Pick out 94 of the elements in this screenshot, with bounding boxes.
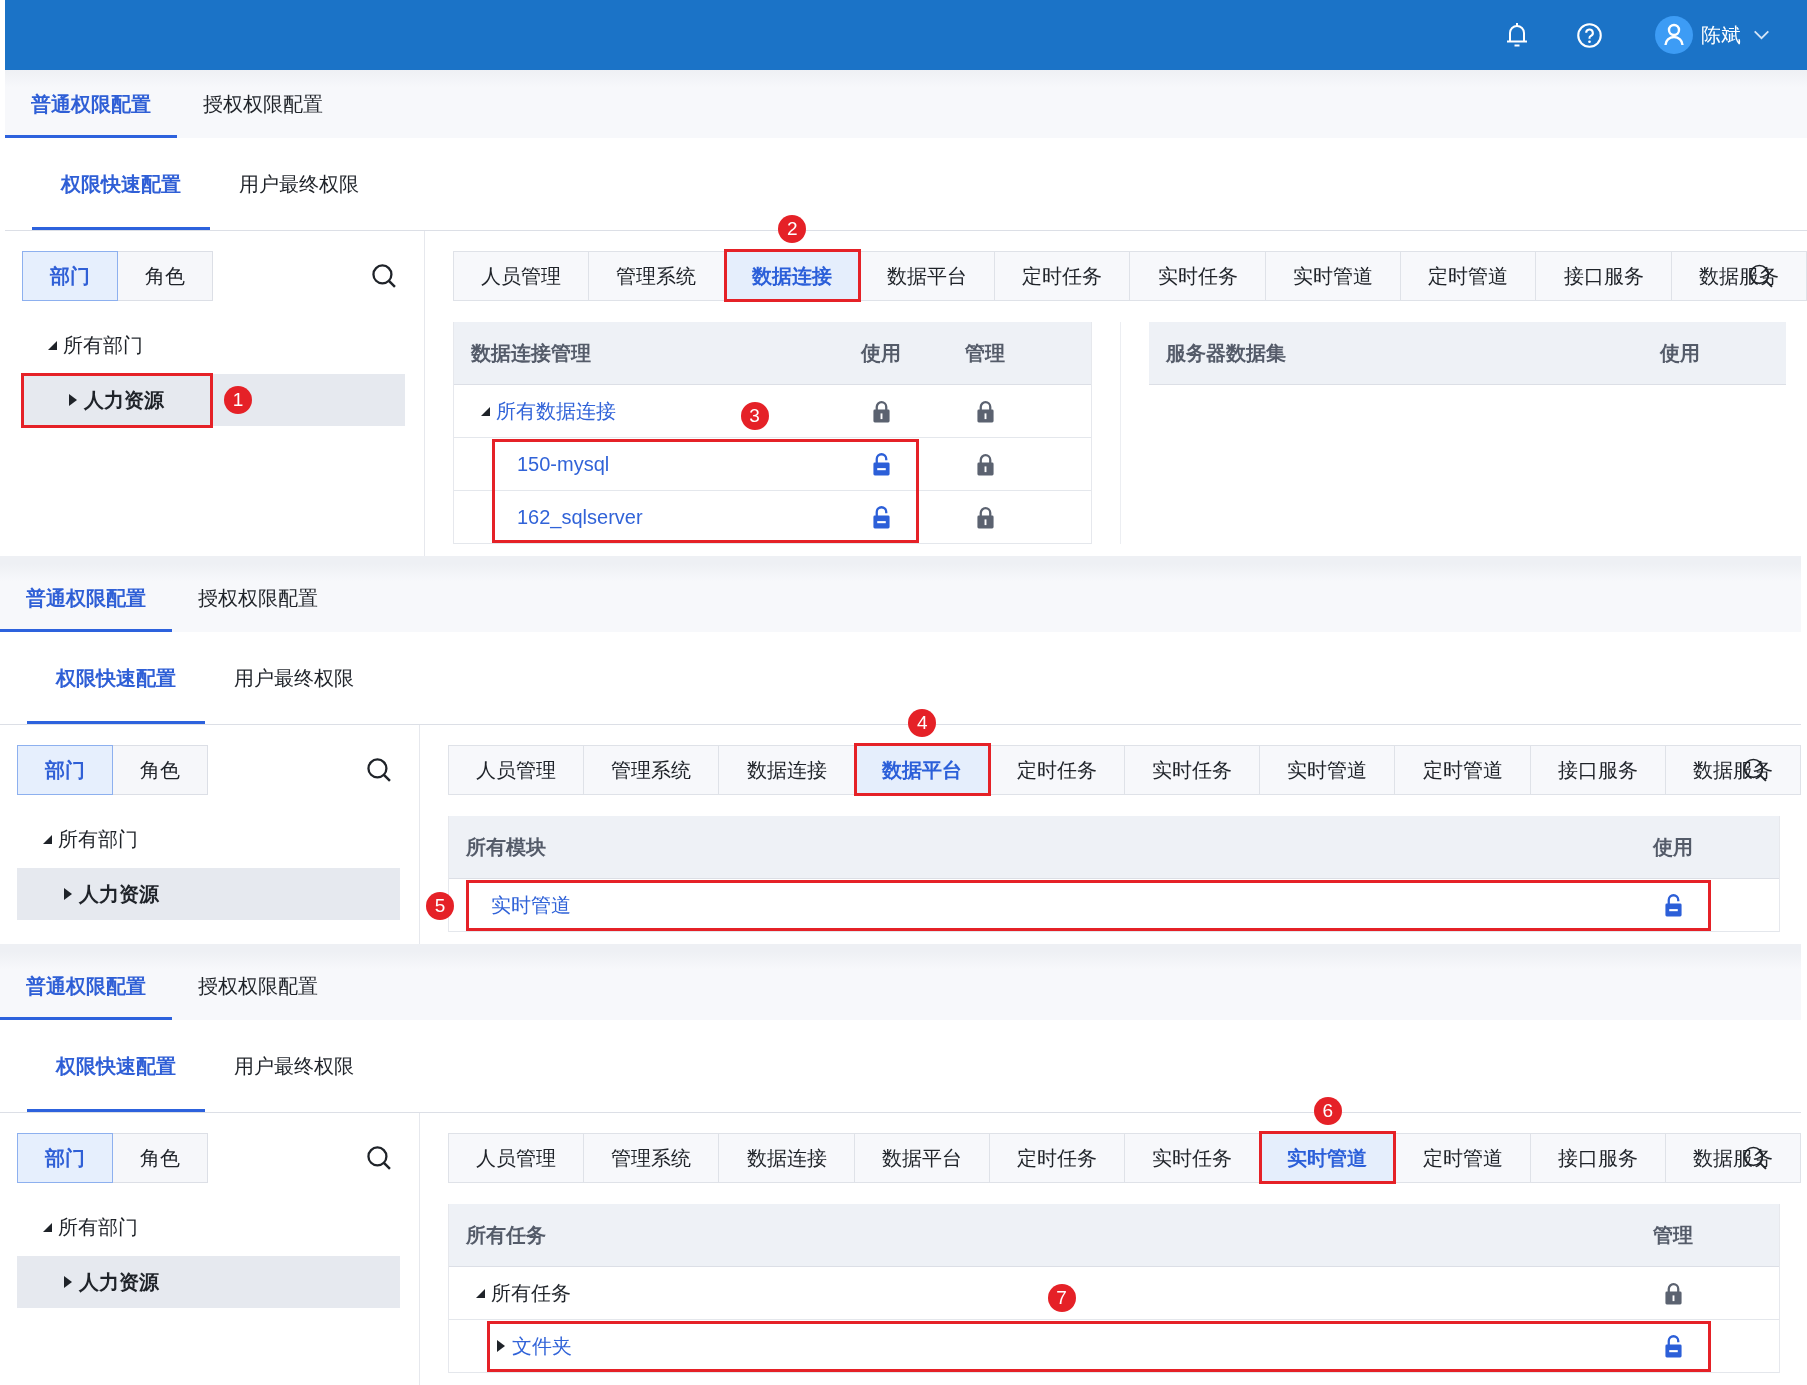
- callout-marker: 6: [1313, 1097, 1342, 1125]
- column-header: 所有任务: [465, 1222, 547, 1248]
- column-header: 管理: [1652, 1222, 1694, 1248]
- callout-marker: 3: [740, 402, 769, 430]
- padlock-open-icon[interactable]: [1663, 1334, 1683, 1358]
- help-icon[interactable]: [1577, 22, 1602, 48]
- caret-down-icon[interactable]: [43, 1222, 52, 1232]
- search-icon[interactable]: [367, 1146, 391, 1170]
- tree-item[interactable]: 所有部门: [17, 1201, 400, 1253]
- tree-item[interactable]: 人力资源: [17, 868, 400, 920]
- tab[interactable]: 普通权限配置: [5, 70, 177, 138]
- column-header: 服务器数据集: [1164, 340, 1287, 366]
- caret-right-icon[interactable]: [64, 1276, 72, 1288]
- module-tab[interactable]: 实时管道: [1265, 251, 1402, 301]
- avatar-icon[interactable]: [1655, 16, 1693, 54]
- module-tab[interactable]: 管理系统: [589, 251, 725, 301]
- module-tab[interactable]: 管理系统: [584, 745, 720, 795]
- sub-tab[interactable]: 用户最终权限: [205, 1020, 383, 1112]
- toggle-button[interactable]: 角色: [117, 251, 213, 301]
- column-header: 使用: [1659, 340, 1701, 366]
- toggle-button[interactable]: 角色: [112, 745, 208, 795]
- sub-tab[interactable]: 权限快速配置: [27, 632, 205, 724]
- padlock-open-icon[interactable]: [871, 505, 891, 529]
- module-tab[interactable]: 管理系统: [584, 1133, 720, 1183]
- module-tab[interactable]: 人员管理: [449, 745, 585, 795]
- module-tab[interactable]: 接口服务: [1536, 251, 1672, 301]
- padlock-open-icon[interactable]: [1663, 893, 1683, 917]
- row-label[interactable]: 所有任务: [491, 1279, 571, 1307]
- padlock-closed-icon[interactable]: [975, 399, 995, 423]
- padlock-closed-icon[interactable]: [975, 452, 995, 476]
- module-tab[interactable]: 定时任务: [989, 745, 1125, 795]
- module-tab[interactable]: 定时管道: [1395, 1133, 1531, 1183]
- column-header: 所有模块: [465, 834, 547, 860]
- toggle-button[interactable]: 部门: [17, 745, 113, 795]
- row-label[interactable]: 所有数据连接: [496, 397, 616, 425]
- sub-tab[interactable]: 权限快速配置: [27, 1020, 205, 1112]
- row-label[interactable]: 162_sqlserver: [517, 505, 643, 529]
- caret-down-icon[interactable]: [476, 1288, 485, 1298]
- column-header: 使用: [860, 340, 902, 366]
- row-label[interactable]: 150-mysql: [517, 452, 610, 476]
- tab[interactable]: 授权权限配置: [172, 564, 344, 632]
- search-icon[interactable]: [372, 264, 396, 288]
- callout-marker: 4: [908, 709, 937, 737]
- caret-right-icon[interactable]: [64, 888, 72, 900]
- padlock-closed-icon[interactable]: [1663, 1281, 1683, 1305]
- module-tab[interactable]: 数据平台: [859, 251, 996, 301]
- module-tab[interactable]: 实时任务: [1125, 1133, 1261, 1183]
- user-name[interactable]: 陈斌: [1701, 21, 1741, 49]
- tab[interactable]: 授权权限配置: [172, 952, 344, 1020]
- caret-down-icon[interactable]: [43, 834, 52, 844]
- module-tab[interactable]: 接口服务: [1530, 1133, 1666, 1183]
- padlock-open-icon[interactable]: [871, 452, 891, 476]
- module-tab[interactable]: 实时任务: [1130, 251, 1266, 301]
- module-tab[interactable]: 定时管道: [1401, 251, 1537, 301]
- tab[interactable]: 普通权限配置: [0, 564, 172, 632]
- caret-down-icon[interactable]: [481, 406, 490, 416]
- sub-tab[interactable]: 用户最终权限: [205, 632, 383, 724]
- caret-right-icon[interactable]: [69, 394, 77, 406]
- module-tab[interactable]: 实时管道: [1260, 745, 1396, 795]
- row-label[interactable]: 实时管道: [491, 891, 571, 919]
- row-label[interactable]: 文件夹: [512, 1332, 572, 1360]
- caret-right-icon[interactable]: [497, 1340, 505, 1352]
- tab[interactable]: 授权权限配置: [177, 70, 349, 138]
- module-tab[interactable]: 数据平台: [854, 1133, 990, 1183]
- toggle-button[interactable]: 部门: [17, 1133, 113, 1183]
- chevron-down-icon[interactable]: [1753, 30, 1770, 40]
- callout-marker: 2: [778, 215, 807, 243]
- column-header: 管理: [964, 340, 1006, 366]
- tab[interactable]: 普通权限配置: [0, 952, 172, 1020]
- module-tab[interactable]: 数据连接: [719, 1133, 855, 1183]
- module-tab[interactable]: 实时任务: [1125, 745, 1261, 795]
- caret-down-icon[interactable]: [48, 340, 57, 350]
- tree-item[interactable]: 人力资源: [17, 1256, 400, 1308]
- bell-icon[interactable]: [1505, 22, 1529, 48]
- module-tab[interactable]: 人员管理: [449, 1133, 585, 1183]
- callout-marker: 7: [1047, 1284, 1076, 1312]
- toggle-button[interactable]: 部门: [22, 251, 118, 301]
- module-tab[interactable]: 人员管理: [454, 251, 590, 301]
- sub-tab[interactable]: 用户最终权限: [210, 138, 388, 230]
- column-header: 使用: [1652, 834, 1694, 860]
- module-tab[interactable]: 接口服务: [1530, 745, 1666, 795]
- search-icon[interactable]: [367, 758, 391, 782]
- module-tab[interactable]: 定时任务: [995, 251, 1131, 301]
- callout-marker: 5: [426, 891, 454, 920]
- sub-tab[interactable]: 权限快速配置: [32, 138, 210, 230]
- padlock-closed-icon[interactable]: [871, 399, 891, 423]
- padlock-closed-icon[interactable]: [975, 505, 995, 529]
- tree-item[interactable]: 所有部门: [22, 319, 405, 371]
- column-header: 数据连接管理: [470, 340, 592, 366]
- module-tab[interactable]: 定时管道: [1395, 745, 1531, 795]
- module-tab[interactable]: 数据连接: [719, 745, 855, 795]
- toggle-button[interactable]: 角色: [112, 1133, 208, 1183]
- module-tab[interactable]: 定时任务: [989, 1133, 1125, 1183]
- tree-item[interactable]: 所有部门: [17, 813, 400, 865]
